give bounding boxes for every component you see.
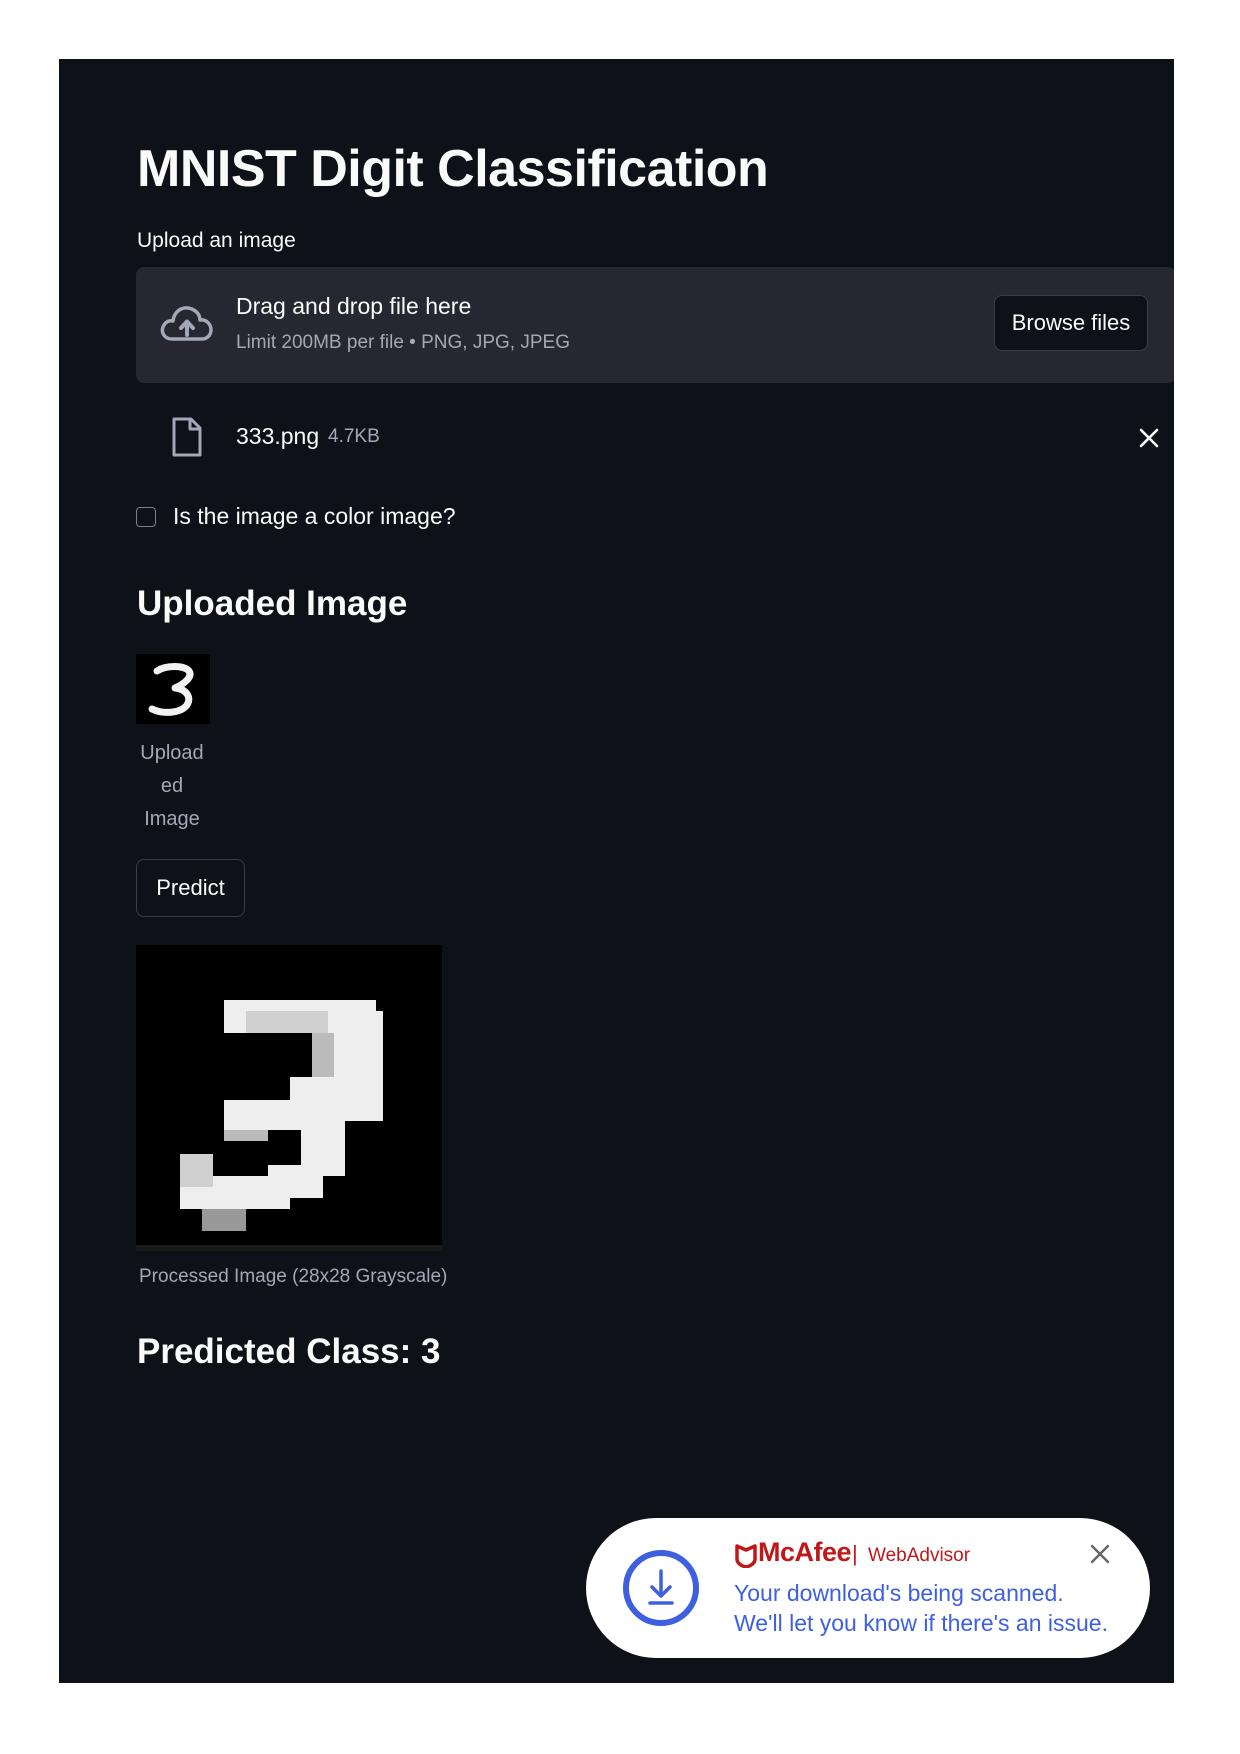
checkbox-label: Is the image a color image? bbox=[173, 503, 456, 529]
processed-image-caption: Processed Image (28x28 Grayscale) bbox=[139, 1266, 448, 1287]
brand-product: WebAdvisor bbox=[868, 1545, 971, 1566]
brand-name: McAfee bbox=[758, 1537, 852, 1567]
download-icon bbox=[622, 1549, 700, 1627]
dropzone-title: Drag and drop file here bbox=[236, 293, 472, 319]
notification-message: Your download's being scanned. bbox=[734, 1580, 1064, 1606]
color-image-checkbox[interactable] bbox=[136, 507, 156, 527]
predicted-class: Predicted Class: 3 bbox=[137, 1332, 441, 1371]
uploaded-image-caption: Upload ed Image bbox=[140, 742, 204, 830]
cloud-upload-icon bbox=[158, 301, 214, 347]
close-icon[interactable] bbox=[1136, 425, 1162, 451]
uploaded-image-thumbnail bbox=[136, 654, 210, 724]
mcafee-shield-icon bbox=[734, 1544, 760, 1569]
uploaded-image-heading: Uploaded Image bbox=[137, 584, 408, 623]
notification-detail: We'll let you know if there's an issue. bbox=[734, 1610, 1108, 1636]
file-name: 333.png bbox=[236, 423, 320, 449]
dropzone-limits: Limit 200MB per file • PNG, JPG, JPEG bbox=[236, 332, 570, 353]
close-icon[interactable] bbox=[1088, 1542, 1112, 1566]
download-scan-notification: McAfee | WebAdvisor Your download's bein… bbox=[586, 1518, 1150, 1658]
processed-image bbox=[136, 945, 442, 1251]
uploaded-file-row: 333.png 4.7KB bbox=[136, 409, 1174, 469]
file-icon bbox=[170, 417, 204, 457]
page-title: MNIST Digit Classification bbox=[137, 140, 769, 198]
streamlit-app: MNIST Digit Classification Upload an ima… bbox=[59, 59, 1174, 1683]
browse-files-button[interactable]: Browse files bbox=[994, 295, 1148, 351]
brand-separator: | bbox=[852, 1541, 858, 1566]
upload-label: Upload an image bbox=[137, 229, 296, 252]
file-size: 4.7KB bbox=[328, 426, 380, 447]
predict-button[interactable]: Predict bbox=[136, 859, 245, 917]
file-dropzone[interactable]: Drag and drop file here Limit 200MB per … bbox=[136, 267, 1174, 383]
